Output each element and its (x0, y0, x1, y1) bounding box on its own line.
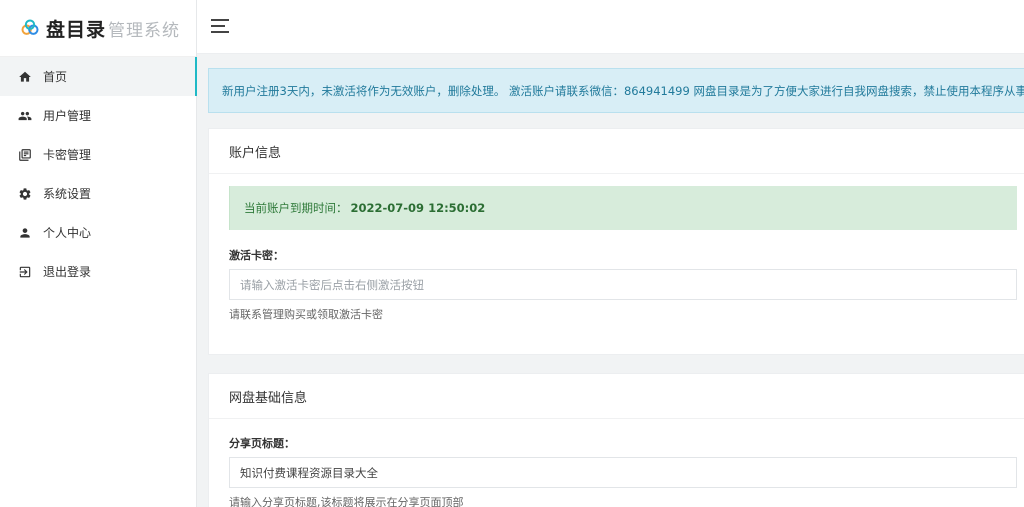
sidebar-item-label: 退出登录 (43, 265, 92, 279)
users-icon (18, 109, 32, 123)
activate-code-input[interactable] (229, 269, 1017, 300)
expire-label: 当前账户到期时间： (244, 201, 348, 215)
brand[interactable]: 盘目录 管理系统 (0, 0, 196, 57)
cards-icon (18, 148, 32, 162)
notice-banner: 新用户注册3天内，未激活将作为无效账户，删除处理。 激活账户请联系微信：8649… (208, 68, 1024, 113)
sidebar-item-label: 用户管理 (43, 109, 92, 123)
share-title-help-text: 请输入分享页标题,该标题将展示在分享页面顶部 (229, 496, 464, 507)
expire-value: 2022-07-09 12:50:02 (350, 201, 486, 215)
sidebar-item-label: 首页 (43, 70, 68, 84)
person-icon (18, 226, 32, 240)
brand-name: 盘目录 (46, 18, 107, 41)
sidebar-item-settings[interactable]: 系统设置 (0, 174, 196, 213)
sidebar-item-label: 个人中心 (43, 226, 92, 240)
sidebar-item-label: 卡密管理 (43, 148, 92, 162)
card-title: 网盘基础信息 (209, 374, 1024, 419)
sidebar-item-profile[interactable]: 个人中心 (0, 213, 196, 252)
cloud-logo-icon (20, 18, 40, 38)
expire-alert: 当前账户到期时间： 2022-07-09 12:50:02 (229, 186, 1017, 230)
sidebar: 盘目录 管理系统 首页 用户管理 卡密管理 系统设置 个人中心 退出登录 (0, 0, 197, 507)
notice-text: 新用户注册3天内，未激活将作为无效账户，删除处理。 激活账户请联系微信：8649… (222, 83, 1024, 98)
home-icon (18, 70, 32, 84)
card-title: 账户信息 (209, 129, 1024, 174)
sidebar-item-users[interactable]: 用户管理 (0, 96, 196, 135)
share-title-input[interactable] (229, 457, 1017, 488)
sidebar-nav: 首页 用户管理 卡密管理 系统设置 个人中心 退出登录 (0, 57, 197, 291)
brand-subtitle: 管理系统 (108, 20, 181, 41)
activate-help-text: 请联系管理购买或领取激活卡密 (229, 308, 383, 321)
sidebar-item-cards[interactable]: 卡密管理 (0, 135, 196, 174)
sidebar-item-label: 系统设置 (43, 187, 92, 201)
sidebar-item-logout[interactable]: 退出登录 (0, 252, 196, 291)
main-content: 新用户注册3天内，未激活将作为无效账户，删除处理。 激活账户请联系微信：8649… (208, 68, 1024, 507)
share-title-label: 分享页标题： (229, 437, 295, 450)
gear-icon (18, 187, 32, 201)
activate-label: 激活卡密： (229, 249, 284, 262)
netdisk-info-card: 网盘基础信息 分享页标题： 请输入分享页标题,该标题将展示在分享页面顶部 (208, 373, 1024, 507)
topbar (197, 0, 1024, 54)
logout-icon (18, 265, 32, 279)
sidebar-item-home[interactable]: 首页 (0, 57, 197, 96)
menu-toggle-icon[interactable] (211, 19, 229, 33)
account-info-card: 账户信息 当前账户到期时间： 2022-07-09 12:50:02 激活卡密：… (208, 128, 1024, 355)
